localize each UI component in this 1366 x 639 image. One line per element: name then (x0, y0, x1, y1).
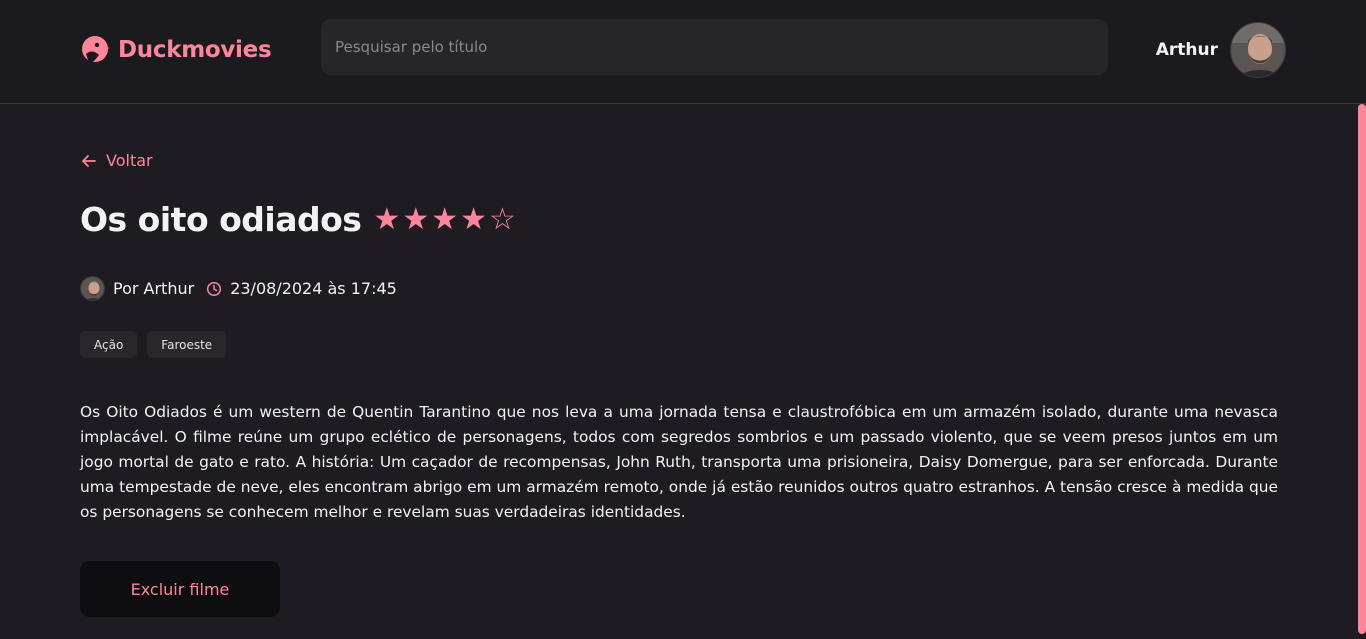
clock-icon (206, 281, 222, 297)
delete-movie-button[interactable]: Excluir filme (80, 561, 280, 617)
scrollbar[interactable] (1358, 104, 1366, 639)
arrow-left-icon (80, 152, 98, 170)
star-icon: ★ (460, 201, 488, 237)
tag: Faroeste (147, 331, 227, 358)
movie-title: Os oito odiados (80, 200, 362, 239)
genre-tags: Ação Faroeste (80, 331, 227, 358)
search-box[interactable] (321, 19, 1108, 75)
brand[interactable]: Duckmovies (80, 34, 272, 66)
back-label: Voltar (106, 151, 153, 170)
scrollbar-thumb[interactable] (1358, 104, 1366, 634)
star-icon: ★ (373, 201, 401, 237)
search-input[interactable] (333, 19, 1108, 75)
star-icon: ★ (431, 201, 459, 237)
rating-stars: ★ ★ ★ ★ ☆ (373, 201, 516, 237)
author-name: Por Arthur (113, 279, 195, 298)
title-row: Os oito odiados ★ ★ ★ ★ ☆ (80, 200, 516, 239)
movie-description: Os Oito Odiados é um western de Quentin … (80, 403, 1278, 521)
user-name: Arthur (1155, 40, 1218, 60)
meta-row: Por Arthur 23/08/2024 às 17:45 (80, 276, 397, 301)
tag: Ação (80, 331, 138, 358)
user-avatar[interactable] (1230, 22, 1286, 78)
star-icon: ★ (402, 201, 430, 237)
back-link[interactable]: Voltar (80, 151, 153, 170)
review-datetime: 23/08/2024 às 17:45 (230, 279, 397, 298)
star-empty-icon: ☆ (489, 201, 516, 237)
author-avatar (80, 276, 105, 301)
duck-logo-icon (80, 34, 112, 66)
app-header: Duckmovies Arthur (0, 0, 1366, 104)
brand-name: Duckmovies (118, 37, 272, 63)
user-menu[interactable]: Arthur (1156, 22, 1286, 78)
